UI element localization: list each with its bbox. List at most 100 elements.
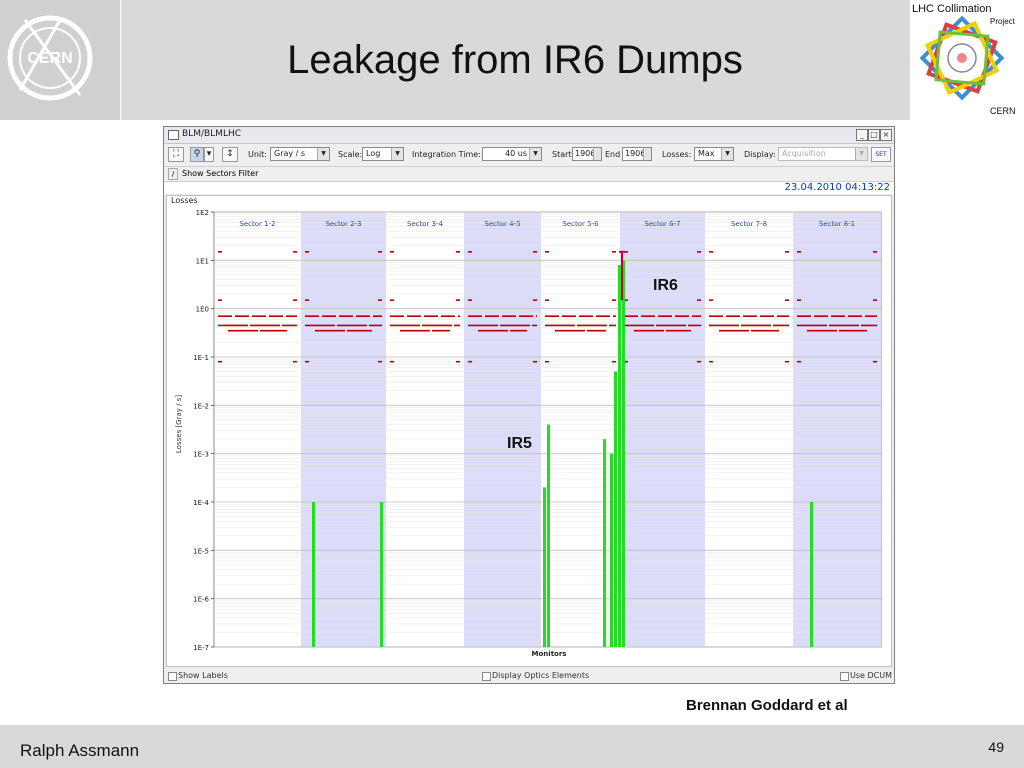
set-button-label: SET <box>875 151 887 158</box>
display-label: Display: <box>744 150 776 159</box>
sectors-filter-bar[interactable]: / Show Sectors Filter <box>164 167 894 182</box>
loss-bar <box>618 265 621 647</box>
show-labels-label: Show Labels <box>178 671 228 680</box>
display-select[interactable]: Acquisition ▼ <box>778 147 868 161</box>
integration-time-label: Integration Time: <box>412 150 481 159</box>
scale-label: Scale: <box>338 150 363 159</box>
y-tick-label: 1E-3 <box>193 451 209 459</box>
end-spinner[interactable]: 1906 <box>622 147 652 161</box>
sector-label: Sector 3-4 <box>407 220 444 228</box>
timestamp-bar: 23.04.2010 04:13:22 <box>164 182 894 194</box>
start-spinner[interactable]: 1906 <box>572 147 602 161</box>
slide-footer: Ralph Assmann 49 <box>0 725 1024 768</box>
ir5-annotation: IR5 <box>507 435 532 452</box>
toolbar: ⛶ ⚲ ▾ ↕ Unit: Gray / s ▼ Scale: Log ▼ Inte… <box>164 144 894 167</box>
cern-logo-icon: CERN <box>7 15 93 101</box>
bottom-options-bar: Show Labels Display Optics Elements Use … <box>164 669 894 683</box>
display-optics-label: Display Optics Elements <box>492 671 590 680</box>
timestamp: 23.04.2010 04:13:22 <box>784 182 890 193</box>
zoom-button[interactable]: ⚲ <box>190 147 204 162</box>
loss-bar <box>614 371 617 647</box>
logo-line-1: LHC Collimation <box>912 3 991 15</box>
fit-icon: ⛶ <box>172 149 180 159</box>
page-number: 49 <box>988 739 1004 755</box>
cern-logo: CERN <box>0 0 121 120</box>
window-title: BLM/BLMLHC <box>182 129 242 139</box>
unit-label: Unit: <box>248 150 267 159</box>
y-axis-label: Losses [Gray / s] <box>175 395 183 453</box>
fit-view-button[interactable]: ⛶ <box>168 147 184 162</box>
losses-select[interactable]: Max ▼ <box>694 147 734 161</box>
chevron-down-icon: ▼ <box>529 148 541 160</box>
cern-logo-text: CERN <box>27 50 72 67</box>
loss-bar <box>603 439 606 647</box>
start-label: Start <box>552 150 572 159</box>
collimation-logo-icon: LHC Collimation Project CERN <box>912 3 1016 116</box>
maximize-button[interactable]: □ <box>868 129 880 141</box>
sector-label: Sector 2-3 <box>325 220 361 228</box>
losses-label: Losses: <box>662 150 692 159</box>
sector-label: Sector 8-1 <box>819 220 855 228</box>
window-icon <box>168 130 179 140</box>
y-tick-label: 1E-7 <box>193 644 209 652</box>
sector-label: Sector 5-6 <box>562 220 599 228</box>
spinner-arrows-icon[interactable] <box>593 148 601 160</box>
blm-window: BLM/BLMLHC _ □ × ⛶ ⚲ ▾ ↕ Unit: Gray / s ▼… <box>163 126 895 684</box>
show-labels-checkbox[interactable] <box>168 672 177 681</box>
window-titlebar: BLM/BLMLHC _ □ × <box>164 127 894 144</box>
vertical-arrows-icon: ↕ <box>226 149 234 159</box>
scale-value: Log <box>366 149 381 158</box>
y-tick-label: 1E2 <box>196 209 209 217</box>
losses-value: Max <box>698 149 715 158</box>
y-tick-label: 1E-4 <box>193 499 209 507</box>
zoom-dropdown-button[interactable]: ▾ <box>204 147 214 162</box>
sector-band <box>464 212 541 647</box>
set-button[interactable]: SET <box>871 147 891 162</box>
chevron-down-icon: ▼ <box>391 148 403 160</box>
display-optics-checkbox[interactable] <box>482 672 491 681</box>
loss-bar <box>312 502 315 647</box>
sector-label: Sector 7-8 <box>731 220 767 228</box>
loss-bar <box>610 453 613 647</box>
y-tick-label: 1E0 <box>196 306 209 314</box>
sector-label: Sector 1-2 <box>239 220 275 228</box>
chevron-down-icon: ▾ <box>206 149 212 159</box>
use-dcum-label: Use DCUM <box>850 671 892 680</box>
integration-time-select[interactable]: 40 us ▼ <box>482 147 542 161</box>
loss-bar <box>543 487 546 647</box>
logo-line-2: Project <box>990 17 1016 26</box>
x-axis-label: Monitors <box>532 650 567 658</box>
scale-select[interactable]: Log ▼ <box>362 147 404 161</box>
y-tick-label: 1E-1 <box>193 354 209 362</box>
close-button[interactable]: × <box>880 129 892 141</box>
footer-author: Ralph Assmann <box>20 741 140 760</box>
magnifier-icon: ⚲ <box>193 149 201 159</box>
slide-title: Leakage from IR6 Dumps <box>287 38 743 82</box>
sector-label: Sector 4-5 <box>484 220 520 228</box>
expand-icon[interactable]: / <box>168 168 178 180</box>
slide-header: CERN Leakage from IR6 Dumps LHC Collimat… <box>0 0 1024 120</box>
unit-select[interactable]: Gray / s ▼ <box>270 147 330 161</box>
spinner-arrows-icon[interactable] <box>643 148 651 160</box>
y-tick-label: 1E-5 <box>193 547 209 555</box>
y-tick-label: 1E1 <box>196 257 209 265</box>
integration-time-value: 40 us <box>505 149 527 158</box>
chevron-down-icon: ▼ <box>721 148 733 160</box>
chevron-down-icon: ▼ <box>317 148 329 160</box>
credit-line: Brennan Goddard et al <box>686 697 848 714</box>
use-dcum-checkbox[interactable] <box>840 672 849 681</box>
unit-value: Gray / s <box>274 149 306 158</box>
lhc-collimation-logo: LHC Collimation Project CERN <box>910 0 1024 120</box>
vertical-scale-button[interactable]: ↕ <box>222 147 238 162</box>
losses-chart[interactable]: Sector 1-2 Sector 2-3 Sector 3-4 Sector 4-5… <box>167 196 891 666</box>
loss-bar <box>380 502 383 647</box>
display-value: Acquisition <box>782 149 826 158</box>
minimize-button[interactable]: _ <box>856 129 868 141</box>
logo-line-3: CERN <box>990 106 1016 116</box>
sector-label: Sector 6-7 <box>644 220 680 228</box>
losses-panel: Losses Sector 1-2 Sector 2-3 Sector 3-4 Sec… <box>166 195 892 667</box>
show-sectors-filter[interactable]: Show Sectors Filter <box>182 169 258 178</box>
y-tick-label: 1E-6 <box>193 596 209 604</box>
sector-band <box>793 212 881 647</box>
y-tick-label: 1E-2 <box>193 402 209 410</box>
